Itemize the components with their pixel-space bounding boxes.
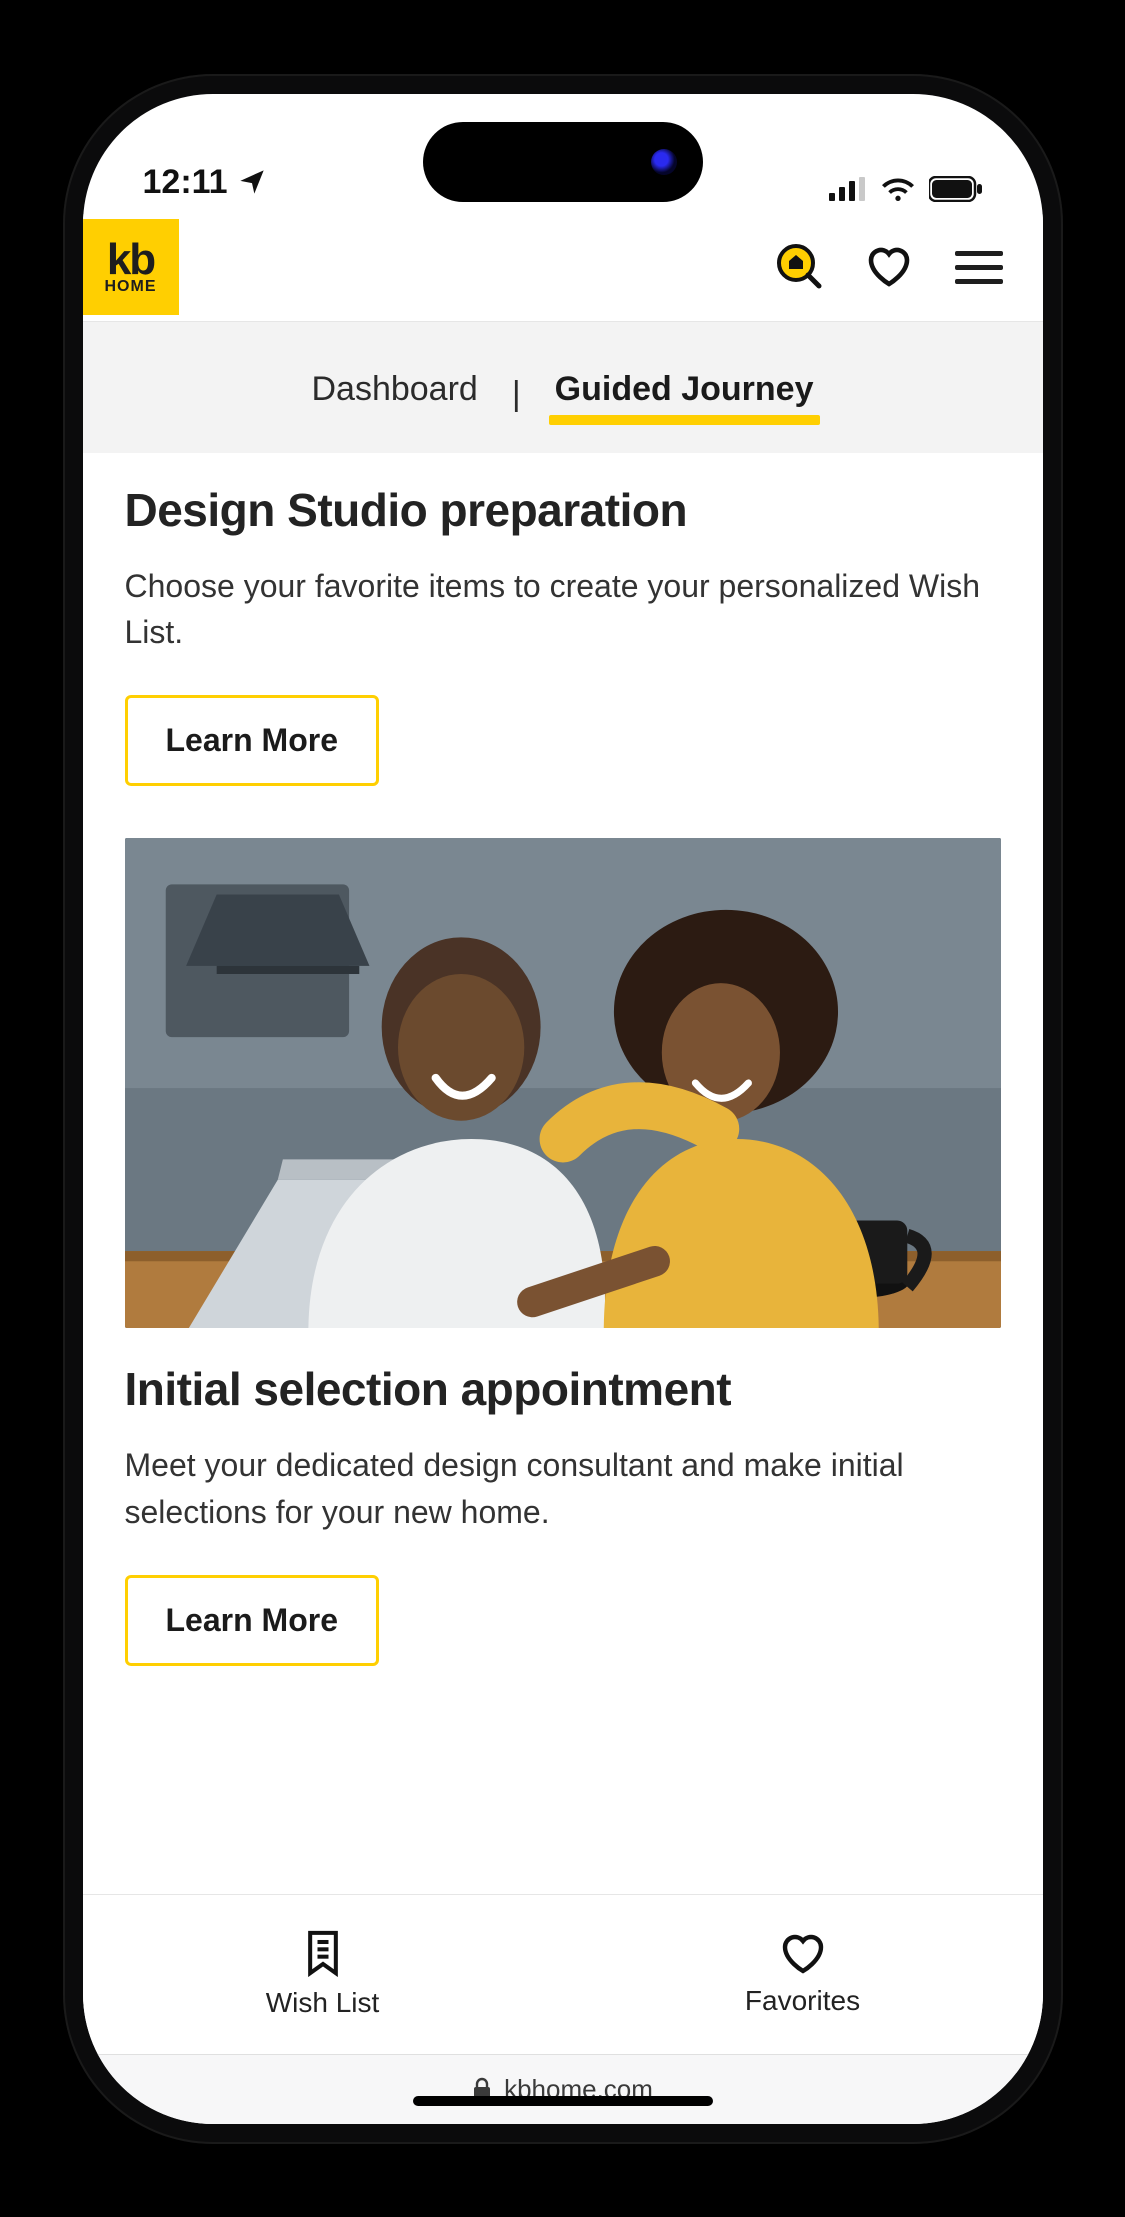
phone-frame: 12:11 kb HOME [63, 74, 1063, 2144]
section-title: Design Studio preparation [125, 483, 1001, 537]
wifi-icon [881, 177, 915, 201]
bookmark-list-icon [301, 1929, 345, 1977]
logo-text-bottom: HOME [105, 280, 157, 294]
learn-more-button[interactable]: Learn More [125, 695, 379, 786]
section-initial-selection: Initial selection appointment Meet your … [125, 1362, 1001, 1666]
bottom-nav-favorites[interactable]: Favorites [563, 1895, 1043, 2054]
app-header: kb HOME [83, 214, 1043, 322]
section-design-studio: Design Studio preparation Choose your fa… [125, 483, 1001, 787]
bottom-nav-label: Wish List [266, 1987, 380, 2019]
tab-guided-journey[interactable]: Guided Journey [555, 370, 814, 419]
menu-button[interactable] [951, 247, 1007, 288]
status-time: 12:11 [143, 163, 228, 202]
section-body: Choose your favorite items to create you… [125, 563, 1001, 656]
dynamic-island [423, 122, 703, 202]
section-hero-image [125, 838, 1001, 1328]
search-home-icon [775, 242, 823, 290]
status-left: 12:11 [143, 163, 266, 202]
tabs-row: Dashboard | Guided Journey [83, 322, 1043, 453]
heart-icon [779, 1931, 827, 1975]
logo-text-top: kb [107, 240, 154, 280]
favorites-button[interactable] [861, 240, 917, 295]
section-body: Meet your dedicated design consultant an… [125, 1442, 1001, 1535]
heart-icon [865, 244, 913, 288]
status-right [829, 176, 983, 202]
bottom-nav-wishlist[interactable]: Wish List [83, 1895, 563, 2054]
phone-screen: 12:11 kb HOME [83, 94, 1043, 2124]
learn-more-button[interactable]: Learn More [125, 1575, 379, 1666]
hamburger-icon [955, 251, 1003, 284]
browser-url-bar[interactable]: kbhome.com [83, 2054, 1043, 2124]
search-button[interactable] [771, 238, 827, 297]
bottom-nav-label: Favorites [745, 1985, 860, 2017]
battery-icon [929, 176, 983, 202]
page-body: Dashboard | Guided Journey Design Studio… [83, 322, 1043, 1894]
tab-separator: | [512, 375, 521, 414]
header-icon-group [771, 238, 1007, 297]
kb-home-logo[interactable]: kb HOME [83, 219, 179, 315]
tab-dashboard[interactable]: Dashboard [311, 370, 477, 419]
cellular-icon [829, 177, 867, 201]
section-title: Initial selection appointment [125, 1362, 1001, 1416]
bottom-nav: Wish List Favorites [83, 1894, 1043, 2054]
location-arrow-icon [238, 168, 266, 196]
home-indicator[interactable] [413, 2096, 713, 2106]
content-scroll[interactable]: Design Studio preparation Choose your fa… [83, 453, 1043, 1894]
